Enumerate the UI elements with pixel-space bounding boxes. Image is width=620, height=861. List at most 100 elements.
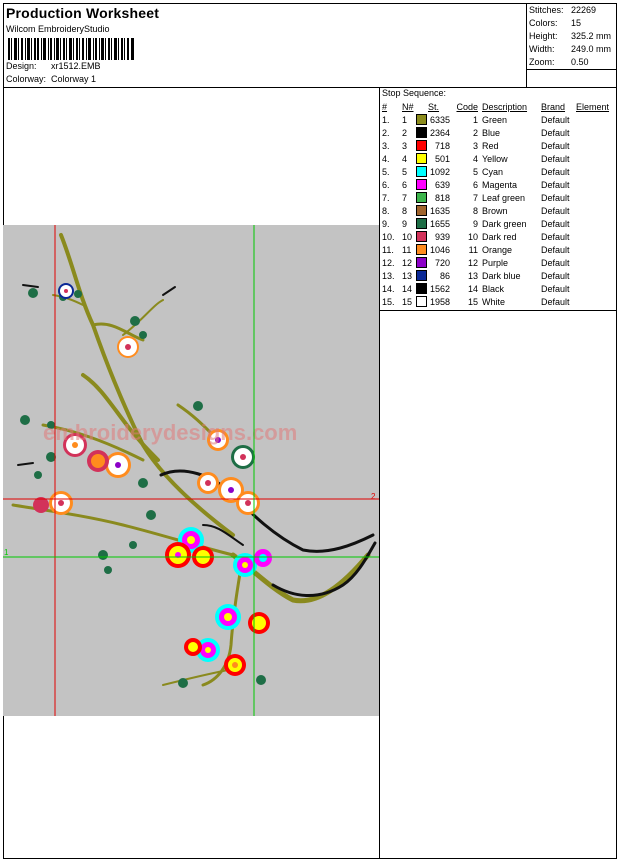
row-stitches: 6335 <box>429 114 450 125</box>
color-swatch <box>416 165 428 178</box>
row-needle: 7 <box>402 192 408 203</box>
design-preview-pane: embroiderydesigns.com 2 1 <box>3 88 380 859</box>
row-code: 4 <box>472 153 478 164</box>
stats-divider <box>527 69 617 70</box>
thread-color-swatch <box>416 192 427 204</box>
table-row: 4. 4 501 4 Yellow Default <box>380 152 609 165</box>
color-swatch <box>416 191 428 204</box>
color-swatch <box>416 230 428 243</box>
row-brand: Default <box>541 244 570 255</box>
row-index: 11. <box>382 244 394 255</box>
stat-value: 22269 <box>571 5 597 15</box>
color-swatch <box>416 139 428 152</box>
row-code: 5 <box>472 166 478 177</box>
row-code: 15 <box>467 296 478 307</box>
row-needle: 1 <box>402 114 408 125</box>
row-index: 8. <box>382 205 390 216</box>
row-element <box>576 139 609 152</box>
col-swatch <box>416 100 428 113</box>
colorway-label: Colorway: <box>6 74 47 84</box>
row-stitches: 86 <box>439 270 450 281</box>
row-needle: 14 <box>402 283 413 294</box>
table-row: 12. 12 720 12 Purple Default <box>380 256 609 269</box>
row-description: Orange <box>482 244 513 255</box>
row-element <box>576 295 609 308</box>
col-stitches: St. <box>428 101 440 112</box>
row-brand: Default <box>541 218 570 229</box>
thread-color-swatch <box>416 270 427 282</box>
row-stitches: 639 <box>434 179 450 190</box>
row-index: 12. <box>382 257 395 268</box>
color-swatch <box>416 282 428 295</box>
guide-marker-1: 1 <box>4 548 9 557</box>
row-stitches: 1958 <box>429 296 450 307</box>
row-description: Purple <box>482 257 509 268</box>
table-row: 13. 13 86 13 Dark blue Default <box>380 269 609 282</box>
row-brand: Default <box>541 153 570 164</box>
row-needle: 6 <box>402 179 408 190</box>
color-swatch <box>416 178 428 191</box>
row-brand: Default <box>541 166 570 177</box>
row-element <box>576 165 609 178</box>
row-needle: 13 <box>402 270 413 281</box>
table-row: 11. 11 1046 11 Orange Default <box>380 243 609 256</box>
row-description: Dark red <box>482 231 517 242</box>
page-title: Production Worksheet <box>6 5 160 21</box>
row-stitches: 1092 <box>429 166 450 177</box>
row-stitches: 1655 <box>429 218 450 229</box>
row-code: 14 <box>467 283 478 294</box>
thread-color-swatch <box>416 244 427 256</box>
col-num: # <box>382 101 388 112</box>
thread-color-swatch <box>416 140 427 152</box>
row-description: Dark blue <box>482 270 521 281</box>
row-index: 4. <box>382 153 390 164</box>
colorway-value: Colorway 1 <box>51 74 97 84</box>
row-stitches: 720 <box>434 257 450 268</box>
software-name: Wilcom EmbroideryStudio <box>6 24 110 34</box>
row-brand: Default <box>541 257 570 268</box>
row-index: 3. <box>382 140 390 151</box>
row-description: Magenta <box>482 179 518 190</box>
row-needle: 10 <box>402 231 413 242</box>
row-element <box>576 178 609 191</box>
table-row: 3. 3 718 3 Red Default <box>380 139 609 152</box>
row-element <box>576 113 609 126</box>
row-element <box>576 191 609 204</box>
thread-color-swatch <box>416 166 427 178</box>
row-brand: Default <box>541 179 570 190</box>
row-stitches: 1046 <box>429 244 450 255</box>
stat-width: Width: 249.0 mm <box>529 44 617 57</box>
color-swatch <box>416 295 428 308</box>
color-swatch <box>416 256 428 269</box>
thread-color-swatch <box>416 257 427 269</box>
row-code: 11 <box>468 244 478 255</box>
thread-color-swatch <box>416 296 427 308</box>
row-index: 10. <box>382 231 395 242</box>
design-value: xr1512.EMB <box>51 61 101 71</box>
row-needle: 15 <box>402 296 413 307</box>
row-needle: 8 <box>402 205 408 216</box>
row-index: 13. <box>382 270 395 281</box>
watermark-text: embroiderydesigns.com <box>43 420 297 445</box>
thread-color-swatch <box>416 218 427 230</box>
stat-label: Stitches: <box>529 5 564 15</box>
row-index: 5. <box>382 166 390 177</box>
row-description: Brown <box>482 205 508 216</box>
table-header-row: # N# St. Code Description Brand Element <box>380 100 609 113</box>
stop-sequence-table: # N# St. Code Description Brand Element … <box>380 100 609 308</box>
stop-sequence-panel: Stop Sequence: # N# St. Code Description… <box>380 88 617 311</box>
row-element <box>576 217 609 230</box>
col-code: Code <box>456 101 478 112</box>
row-element <box>576 126 609 139</box>
color-swatch <box>416 152 428 165</box>
col-description: Description <box>482 101 528 112</box>
table-row: 5. 5 1092 5 Cyan Default <box>380 165 609 178</box>
bright-blossoms <box>165 527 272 676</box>
row-description: Dark green <box>482 218 527 229</box>
worksheet-header: Production Worksheet Wilcom EmbroiderySt… <box>3 3 617 88</box>
row-code: 10 <box>467 231 478 242</box>
row-stitches: 2364 <box>429 127 450 138</box>
embroidery-preview: embroiderydesigns.com 2 1 <box>3 225 379 716</box>
thread-color-swatch <box>416 127 427 139</box>
row-code: 3 <box>472 140 478 151</box>
